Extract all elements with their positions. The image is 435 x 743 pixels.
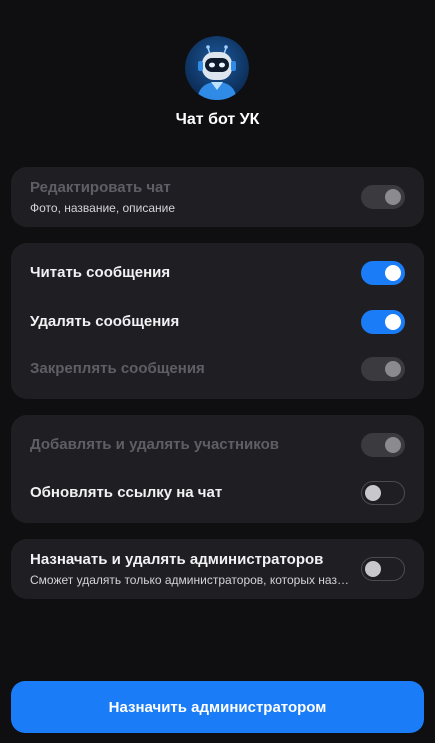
manage-members-toggle[interactable] [361,433,405,457]
permission-label: Удалять сообщения [30,313,180,330]
permission-sublabel: Фото, название, описание [30,201,176,215]
permission-row-delete-messages[interactable]: Удалять сообщения [11,309,424,335]
permission-group-admins: Назначать и удалять администраторов Смож… [11,539,424,599]
permission-row-update-link[interactable]: Обновлять ссылку на чат [11,480,424,506]
permission-sublabel: Сможет удалять только администраторов, к… [30,573,350,587]
permission-group-edit: Редактировать чат Фото, название, описан… [11,167,424,227]
permission-row-pin-messages[interactable]: Закреплять сообщения [11,356,424,382]
assign-admin-button[interactable]: Назначить администратором [11,681,424,733]
permission-row-manage-admins[interactable]: Назначать и удалять администраторов Смож… [11,539,424,599]
permission-label: Обновлять ссылку на чат [30,484,223,501]
manage-admins-toggle[interactable] [361,557,405,581]
permission-label: Редактировать чат [30,179,171,196]
delete-messages-toggle[interactable] [361,310,405,334]
permission-label: Закреплять сообщения [30,360,205,377]
permission-label: Назначать и удалять администраторов [30,551,324,568]
edit-chat-toggle[interactable] [361,185,405,209]
permission-row-manage-members[interactable]: Добавлять и удалять участников [11,432,424,458]
read-messages-toggle[interactable] [361,261,405,285]
permission-row-read-messages[interactable]: Читать сообщения [11,260,424,286]
permission-row-edit-chat[interactable]: Редактировать чат Фото, название, описан… [11,167,424,227]
permission-group-members: Добавлять и удалять участников Обновлять… [11,415,424,523]
robot-avatar-icon [185,36,249,100]
bot-name: Чат бот УК [175,111,260,128]
permission-label: Добавлять и удалять участников [30,436,279,453]
bot-avatar [185,36,249,100]
update-link-toggle[interactable] [361,481,405,505]
permission-label: Читать сообщения [30,264,171,281]
permission-group-messages: Читать сообщения Удалять сообщения Закре… [11,243,424,399]
pin-messages-toggle[interactable] [361,357,405,381]
